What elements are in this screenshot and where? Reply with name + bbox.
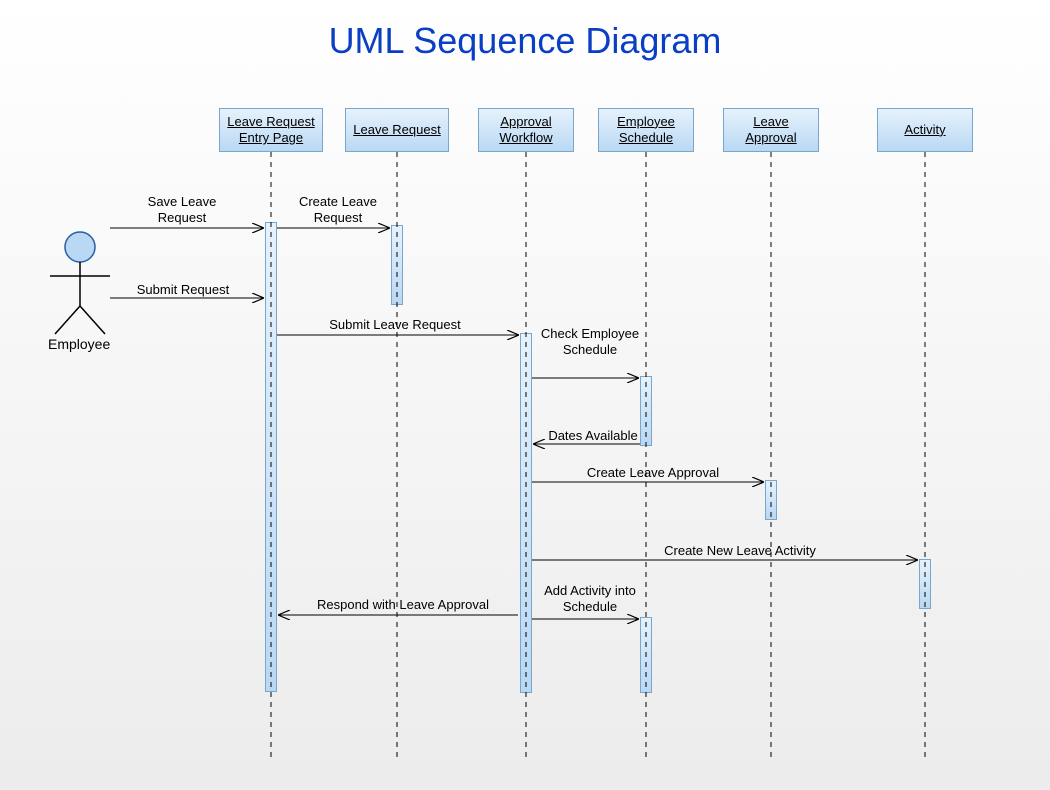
employee-actor-icon [50, 232, 110, 334]
diagram-svg [0, 0, 1050, 790]
